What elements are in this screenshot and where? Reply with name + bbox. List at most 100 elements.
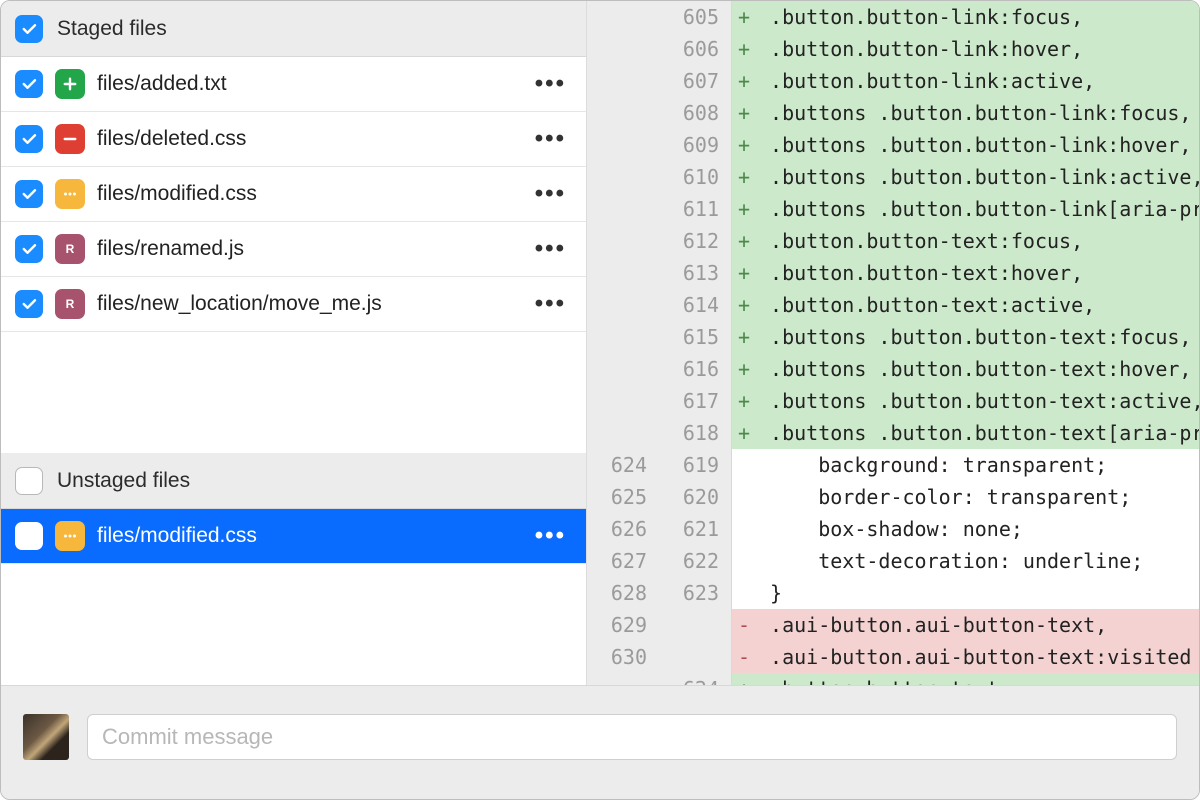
status-badge [55,124,85,154]
gutter: 617 [587,385,732,417]
file-path: files/new_location/move_me.js [97,292,529,316]
renamed-icon: R [61,240,79,258]
diff-code: .aui-button.aui-button-text, [756,609,1199,641]
diff-line[interactable]: 606 + .button.button-link:hover, [587,33,1199,65]
file-path: files/renamed.js [97,237,529,261]
diff-line[interactable]: 626621 box-shadow: none; [587,513,1199,545]
file-path: files/modified.css [97,524,529,548]
diff-line[interactable]: 615 + .buttons .button.button-text:focus… [587,321,1199,353]
deleted-icon [61,130,79,148]
gutter: 614 [587,289,732,321]
file-row[interactable]: files/modified.css ••• [1,509,586,564]
diff-line[interactable]: 624 + .button.button-text, [587,673,1199,685]
diff-mark: + [732,417,756,449]
gutter: 626621 [587,513,732,545]
diff-line[interactable]: 611 + .buttons .button.button-link[aria-… [587,193,1199,225]
check-icon [20,20,38,38]
diff-panel[interactable]: 605 + .button.button-link:focus, 606 + .… [587,1,1199,685]
diff-mark: + [732,385,756,417]
diff-mark: - [732,609,756,641]
file-checkbox[interactable] [15,180,43,208]
gutter: 625620 [587,481,732,513]
status-badge: R [55,234,85,264]
diff-mark: + [732,353,756,385]
more-icon[interactable]: ••• [529,522,572,550]
diff-mark: + [732,129,756,161]
more-icon[interactable]: ••• [529,290,572,318]
unstaged-header: Unstaged files [1,453,586,509]
diff-mark: + [732,33,756,65]
diff-line[interactable]: 628623 } [587,577,1199,609]
more-icon[interactable]: ••• [529,235,572,263]
diff-line[interactable]: 607 + .button.button-link:active, [587,65,1199,97]
svg-text:R: R [66,297,75,311]
diff-code: .aui-button.aui-button-text:visited [756,641,1199,673]
diff-line[interactable]: 614 + .button.button-text:active, [587,289,1199,321]
commit-message-input[interactable] [87,714,1177,760]
check-icon [20,295,38,313]
diff-code: } [756,577,1199,609]
diff-mark: + [732,289,756,321]
stage-all-checkbox[interactable] [15,15,43,43]
diff-line[interactable]: 625620 border-color: transparent; [587,481,1199,513]
gutter: 611 [587,193,732,225]
diff-line[interactable]: 630 - .aui-button.aui-button-text:visite… [587,641,1199,673]
more-icon[interactable]: ••• [529,70,572,98]
diff-mark: - [732,641,756,673]
check-icon [20,240,38,258]
diff-code: box-shadow: none; [756,513,1199,545]
diff-line[interactable]: 629 - .aui-button.aui-button-text, [587,609,1199,641]
gutter: 606 [587,33,732,65]
gutter: 616 [587,353,732,385]
file-checkbox[interactable] [15,522,43,550]
diff-code: .buttons .button.button-link:focus, [756,97,1199,129]
svg-text:R: R [66,242,75,256]
more-icon[interactable]: ••• [529,180,572,208]
file-row[interactable]: R files/new_location/move_me.js ••• [1,277,586,332]
diff-line[interactable]: 605 + .button.button-link:focus, [587,1,1199,33]
diff-line[interactable]: 609 + .buttons .button.button-link:hover… [587,129,1199,161]
avatar[interactable] [23,714,69,760]
more-icon[interactable]: ••• [529,125,572,153]
diff-line[interactable]: 608 + .buttons .button.button-link:focus… [587,97,1199,129]
gutter: 629 [587,609,732,641]
file-checkbox[interactable] [15,125,43,153]
diff-code: .button.button-text:active, [756,289,1199,321]
diff-line[interactable]: 616 + .buttons .button.button-text:hover… [587,353,1199,385]
diff-line[interactable]: 613 + .button.button-text:hover, [587,257,1199,289]
gutter: 612 [587,225,732,257]
diff-code: .button.button-text, [756,673,1199,685]
diff-mark [732,481,756,513]
diff-code: border-color: transparent; [756,481,1199,513]
file-row[interactable]: files/modified.css ••• [1,167,586,222]
status-badge [55,179,85,209]
diff-code: .buttons .button.button-text[aria-pre [756,417,1199,449]
diff-mark: + [732,161,756,193]
diff-line[interactable]: 624619 background: transparent; [587,449,1199,481]
diff-code: .button.button-link:hover, [756,33,1199,65]
renamed-icon: R [61,295,79,313]
diff-line[interactable]: 618 + .buttons .button.button-text[aria-… [587,417,1199,449]
status-badge: R [55,289,85,319]
file-row[interactable]: files/added.txt ••• [1,57,586,112]
file-row[interactable]: R files/renamed.js ••• [1,222,586,277]
diff-code: .buttons .button.button-link:active, [756,161,1199,193]
diff-mark: + [732,225,756,257]
file-checkbox[interactable] [15,235,43,263]
diff-line[interactable]: 612 + .button.button-text:focus, [587,225,1199,257]
diff-line[interactable]: 627622 text-decoration: underline; [587,545,1199,577]
file-checkbox[interactable] [15,70,43,98]
diff-code: .button.button-link:active, [756,65,1199,97]
diff-mark: + [732,257,756,289]
check-icon [20,185,38,203]
diff-mark: + [732,65,756,97]
diff-line[interactable]: 617 + .buttons .button.button-text:activ… [587,385,1199,417]
unstage-all-checkbox[interactable] [15,467,43,495]
file-row[interactable]: files/deleted.css ••• [1,112,586,167]
diff-line[interactable]: 610 + .buttons .button.button-link:activ… [587,161,1199,193]
file-checkbox[interactable] [15,290,43,318]
check-icon [20,75,38,93]
file-path: files/added.txt [97,72,529,96]
modified-icon [61,185,79,203]
diff-mark: + [732,97,756,129]
